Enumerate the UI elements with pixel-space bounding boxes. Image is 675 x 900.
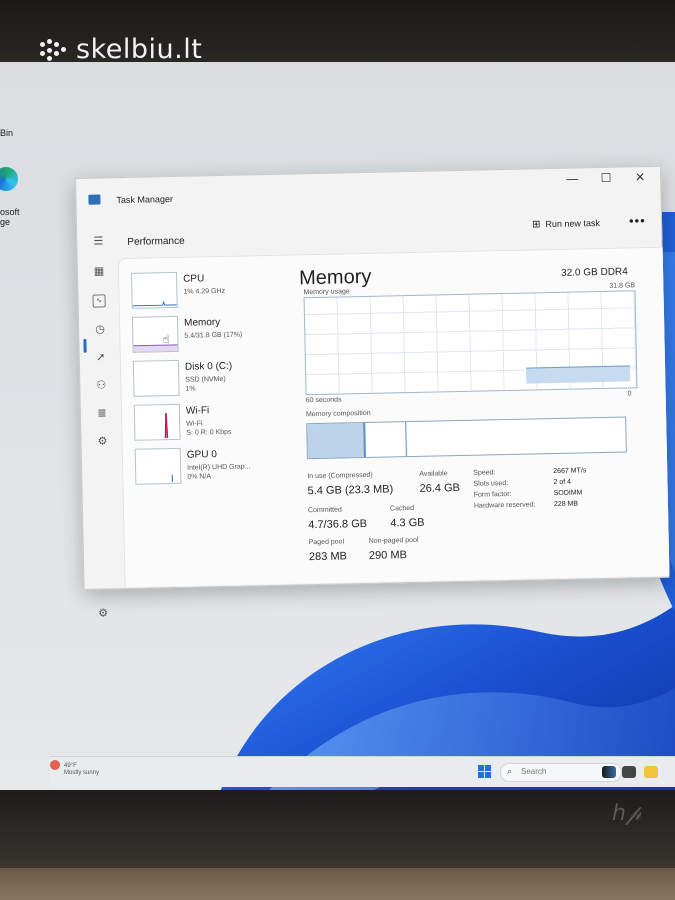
hamburger-menu-icon[interactable]: ☰: [91, 234, 105, 248]
watermark-text: skelbiu.lt: [76, 34, 203, 65]
more-options-button[interactable]: •••: [629, 213, 646, 228]
task-manager-window: Task Manager — ☐ ✕ ☰ ▦ ∿ ◷ ➚ ⚇ ≣ ⚙ ⚙ Per…: [75, 165, 670, 620]
device-detail: Intel(R) UHD Grap... 0% N/A: [187, 463, 251, 481]
memory-usage-max: 31.8 GB: [609, 282, 636, 290]
hardware-reserved-label: Hardware reserved:: [473, 501, 536, 510]
form-factor-label: Form factor:: [473, 490, 512, 499]
slots-value: 2 of 4: [553, 478, 572, 487]
device-disk[interactable]: Disk 0 (C:) SSD (NVMe) 1%: [132, 358, 284, 405]
performance-panel: CPU 1% 4.29 GHz ☝ Memory 5.4/31.8 GB (17…: [117, 246, 670, 588]
edge-icon-label[interactable]: osoft ge: [0, 207, 20, 227]
weather-desc: Mostly sunny: [64, 770, 100, 776]
in-use-value: 5.4 GB (23.3 MB): [307, 483, 394, 498]
available-value: 26.4 GB: [419, 482, 461, 495]
window-title: Task Manager: [116, 193, 174, 206]
memory-thumbnail: [131, 315, 179, 353]
in-use-label: In use (Compressed): [307, 471, 373, 481]
paged-pool-value: 283 MB: [308, 550, 348, 564]
memory-composition-bar: [306, 416, 627, 460]
committed-label: Committed: [307, 506, 342, 515]
device-detail: 1% 4.29 GHz: [183, 287, 226, 296]
task-manager-icon: [88, 194, 101, 205]
services-icon[interactable]: ⚙: [95, 434, 109, 448]
edge-browser-icon[interactable]: [0, 167, 18, 191]
search-placeholder: Search: [521, 767, 547, 776]
device-name: Disk 0 (C:): [184, 360, 233, 373]
maximize-button[interactable]: ☐: [598, 171, 614, 185]
nonpaged-pool-value: 290 MB: [368, 549, 408, 562]
minimize-button[interactable]: —: [564, 171, 580, 185]
watermark-logo-icon: [40, 38, 70, 61]
seconds-label: 60 seconds: [305, 396, 342, 405]
device-detail: SSD (NVMe) 1%: [185, 375, 226, 393]
active-indicator: [83, 338, 87, 353]
run-new-task-label: Run new task: [545, 218, 601, 230]
performance-icon[interactable]: ∿: [92, 294, 106, 308]
run-new-task-button[interactable]: ⊞ Run new task: [532, 218, 600, 230]
cpu-thumbnail: [130, 271, 178, 309]
details-icon[interactable]: ≣: [95, 406, 109, 420]
memory-details: Memory 32.0 GB DDR4 Memory usage 31.8 GB…: [291, 248, 668, 584]
close-button[interactable]: ✕: [632, 170, 648, 184]
speed-label: Speed:: [473, 469, 496, 477]
device-detail: 5.4/31.8 GB (17%): [184, 331, 243, 340]
media-icon[interactable]: [602, 766, 616, 778]
start-icon[interactable]: [478, 765, 492, 779]
settings-icon[interactable]: ⚙: [98, 606, 108, 619]
gpu-thumbnail: [134, 447, 182, 485]
weather-widget[interactable]: 49°F Mostly sunny: [64, 763, 99, 777]
cached-value: 4.3 GB: [390, 516, 425, 530]
page-title: Performance: [127, 235, 185, 248]
weather-temp: 49°F: [64, 763, 77, 769]
composition-label: Memory composition: [305, 409, 371, 419]
form-factor-value: SODIMM: [553, 489, 583, 498]
search-icon: ⌕: [507, 766, 513, 776]
speed-value: 2667 MT/s: [553, 467, 587, 476]
wifi-thumbnail: [133, 403, 181, 441]
processes-icon[interactable]: ▦: [92, 264, 106, 278]
nonpaged-pool-label: Non-paged pool: [368, 536, 419, 545]
recycle-bin-label[interactable]: Bin: [0, 128, 13, 138]
taskbar: 49°F Mostly sunny ⌕ Search: [50, 756, 675, 787]
zero-label: 0: [627, 390, 632, 398]
watermark: skelbiu.lt: [40, 34, 202, 65]
app-icon[interactable]: [622, 766, 636, 778]
memory-usage-label: Memory usage: [303, 288, 350, 297]
keyboard-edge: [0, 868, 675, 900]
hp-logo-icon: ℎ𝓅: [612, 800, 642, 825]
device-cpu[interactable]: CPU 1% 4.29 GHz: [130, 270, 282, 317]
slots-label: Slots used:: [473, 479, 509, 488]
memory-title: Memory: [298, 265, 372, 290]
run-task-icon: ⊞: [531, 219, 541, 231]
device-wifi[interactable]: Wi-Fi Wi-Fi S: 0 R: 0 Kbps: [133, 402, 285, 449]
explorer-icon[interactable]: [644, 766, 658, 778]
paged-pool-label: Paged pool: [308, 538, 345, 547]
startup-apps-icon[interactable]: ➚: [94, 350, 108, 364]
device-name: Memory: [183, 316, 221, 329]
device-list: CPU 1% 4.29 GHz ☝ Memory 5.4/31.8 GB (17…: [119, 256, 286, 587]
composition-divider: [405, 422, 407, 457]
cached-label: Cached: [389, 504, 415, 513]
available-label: Available: [419, 470, 448, 478]
memory-usage-graph: [303, 290, 638, 396]
device-name: CPU: [183, 273, 205, 285]
device-gpu[interactable]: GPU 0 Intel(R) UHD Grap... 0% N/A: [134, 446, 286, 493]
device-memory[interactable]: ☝ Memory 5.4/31.8 GB (17%): [131, 314, 283, 361]
committed-value: 4.7/36.8 GB: [308, 517, 368, 532]
device-name: Wi-Fi: [185, 405, 210, 417]
memory-usage-fill: [526, 365, 631, 384]
hardware-reserved-value: 228 MB: [553, 500, 579, 509]
disk-thumbnail: [132, 359, 180, 397]
composition-in-use: [307, 422, 366, 459]
memory-total: 32.0 GB DDR4: [560, 266, 628, 279]
device-name: GPU 0: [186, 449, 217, 461]
app-history-icon[interactable]: ◷: [93, 322, 107, 336]
hand-cursor-icon: ☝: [162, 332, 170, 347]
weather-icon[interactable]: [50, 760, 60, 770]
users-icon[interactable]: ⚇: [94, 378, 108, 392]
device-detail: Wi-Fi S: 0 R: 0 Kbps: [186, 420, 232, 437]
